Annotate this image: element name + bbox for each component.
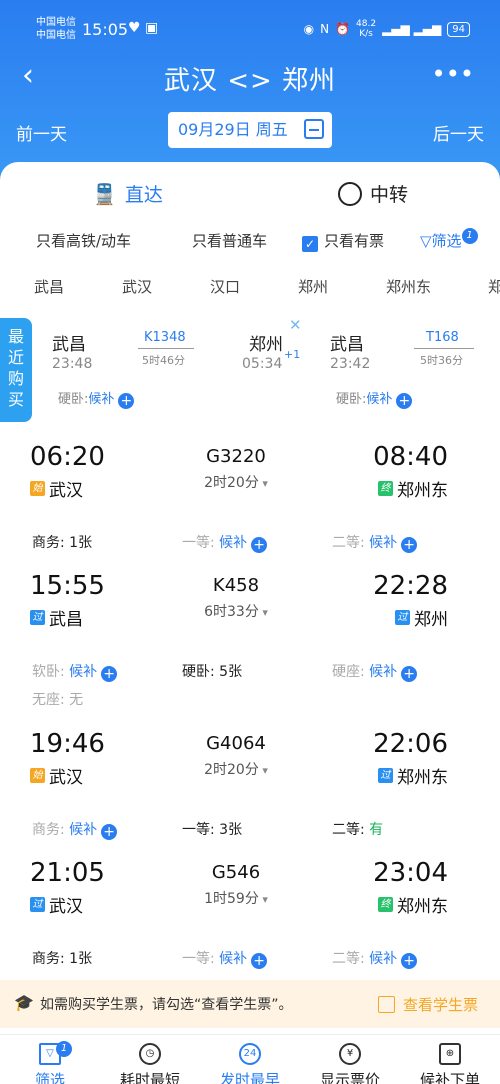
cart-icon: ⊕	[439, 1043, 461, 1065]
recent-b-dur: 5时36分	[420, 354, 463, 367]
clock-24-icon: 24	[239, 1043, 261, 1065]
recent-b-from: 武昌	[330, 335, 364, 355]
recent-a-dur: 5时46分	[142, 354, 185, 367]
station-item[interactable]: 汉口	[210, 276, 240, 297]
recent-a-dep: 23:48	[52, 356, 93, 372]
carrier: 中国电信 中国电信	[36, 17, 76, 41]
waitlist-order-button[interactable]: ⊕ 候补下单	[400, 1043, 500, 1084]
transfer-icon	[338, 181, 362, 206]
plus-icon: +	[396, 393, 413, 409]
station-item[interactable]: 郑州	[298, 276, 328, 297]
tab-direct[interactable]: 🚆 直达	[92, 180, 163, 207]
timer-icon: ◷	[139, 1043, 161, 1065]
signal-icon: ▂▄▆ ▂▄▆	[382, 22, 442, 36]
recent-a-arr: 05:34	[242, 356, 283, 372]
checkbox-icon: ✓	[302, 236, 318, 252]
close-icon[interactable]: ✕	[289, 316, 302, 334]
sort-earliest-button[interactable]: 24 发时最早	[200, 1043, 300, 1084]
sort-shortest-button[interactable]: ◷ 耗时最短	[100, 1043, 200, 1084]
eye-icon: ◉	[303, 22, 315, 36]
yen-icon: ¥	[339, 1043, 361, 1065]
status-right: ◉ N ⏰ 48.2 K/s ▂▄▆ ▂▄▆ 94	[304, 19, 470, 39]
bottom-toolbar: ▽ 筛选 1 ◷ 耗时最短 24 发时最早 ¥ 显示票价 ⊕ 候补下单	[0, 1034, 500, 1084]
status-bar: 中国电信 中国电信 15:05 ♥ ▣ ◉ N ⏰ 48.2 K/s ▂▄▆ ▂▄▆ 9…	[0, 10, 500, 46]
bottom-filter-button[interactable]: ▽ 筛选 1	[0, 1041, 100, 1084]
filter-high-speed[interactable]: 只看高铁/动车	[36, 230, 131, 251]
date-selector: 前一天 09月29日 周五 后一天	[0, 112, 500, 152]
recent-b-seat: 硬卧:候补 +	[336, 388, 413, 409]
notification-icons: ♥ ▣	[128, 20, 159, 36]
nfc-icon: N	[320, 22, 330, 36]
mode-tabs: 🚆 直达 中转	[0, 180, 500, 216]
student-ticket-notice: 🎓 如需购买学生票，请勾选“查看学生票”。 查看学生票	[0, 980, 500, 1028]
filter-available[interactable]: ✓ 只看有票	[302, 230, 384, 252]
recent-purchase-tab[interactable]: 最近购买	[0, 318, 32, 422]
prev-day-button[interactable]: 前一天	[16, 120, 67, 145]
calendar-icon	[304, 119, 324, 139]
filter-normal[interactable]: 只看普通车	[192, 230, 267, 251]
results-sheet: 🚆 直达 中转 只看高铁/动车 只看普通车 ✓ 只看有票 ▽筛选 1 武昌 武汉 汉口…	[0, 162, 500, 1084]
student-ticket-label[interactable]: 查看学生票	[403, 994, 478, 1015]
alarm-icon: ⏰	[335, 22, 351, 36]
screen-button[interactable]: ▽筛选 1	[420, 228, 478, 252]
station-item[interactable]: 郑州东	[386, 276, 431, 297]
notice-text: 如需购买学生票，请勾选“查看学生票”。	[40, 997, 293, 1013]
show-price-button[interactable]: ¥ 显示票价	[300, 1043, 400, 1084]
clock: 15:05	[82, 20, 129, 39]
station-item[interactable]: 武昌	[34, 276, 64, 297]
recent-a-from: 武昌	[52, 335, 86, 355]
student-ticket-checkbox[interactable]	[378, 996, 395, 1013]
page-title: 武汉 <> 郑州	[163, 66, 337, 96]
nav-bar: ‹ 武汉 <> 郑州 •••	[0, 56, 500, 100]
recent-a-seat: 硬卧:候补 +	[58, 388, 135, 409]
recent-a-no: K1348	[144, 330, 186, 345]
recent-b-no: T168	[426, 330, 459, 345]
recent-a-to: 郑州	[249, 335, 283, 355]
next-day-button[interactable]: 后一天	[433, 120, 484, 145]
graduation-cap-icon: 🎓	[14, 993, 34, 1012]
train-icon: 🚆	[92, 181, 117, 206]
date-picker[interactable]: 09月29日 周五	[168, 112, 332, 148]
battery-icon: 94	[447, 21, 470, 37]
station-item[interactable]: 郑	[488, 276, 500, 297]
recent-b-dep: 23:42	[330, 356, 371, 372]
station-item[interactable]: 武汉	[122, 276, 152, 297]
tab-transfer[interactable]: 中转	[338, 180, 408, 207]
more-icon[interactable]: •••	[432, 56, 474, 92]
recent-purchase: 最近购买 ✕ 武昌 23:48 K1348 5时46分 郑州 05:34 +1 …	[0, 316, 500, 422]
plus-icon: +	[118, 393, 135, 409]
